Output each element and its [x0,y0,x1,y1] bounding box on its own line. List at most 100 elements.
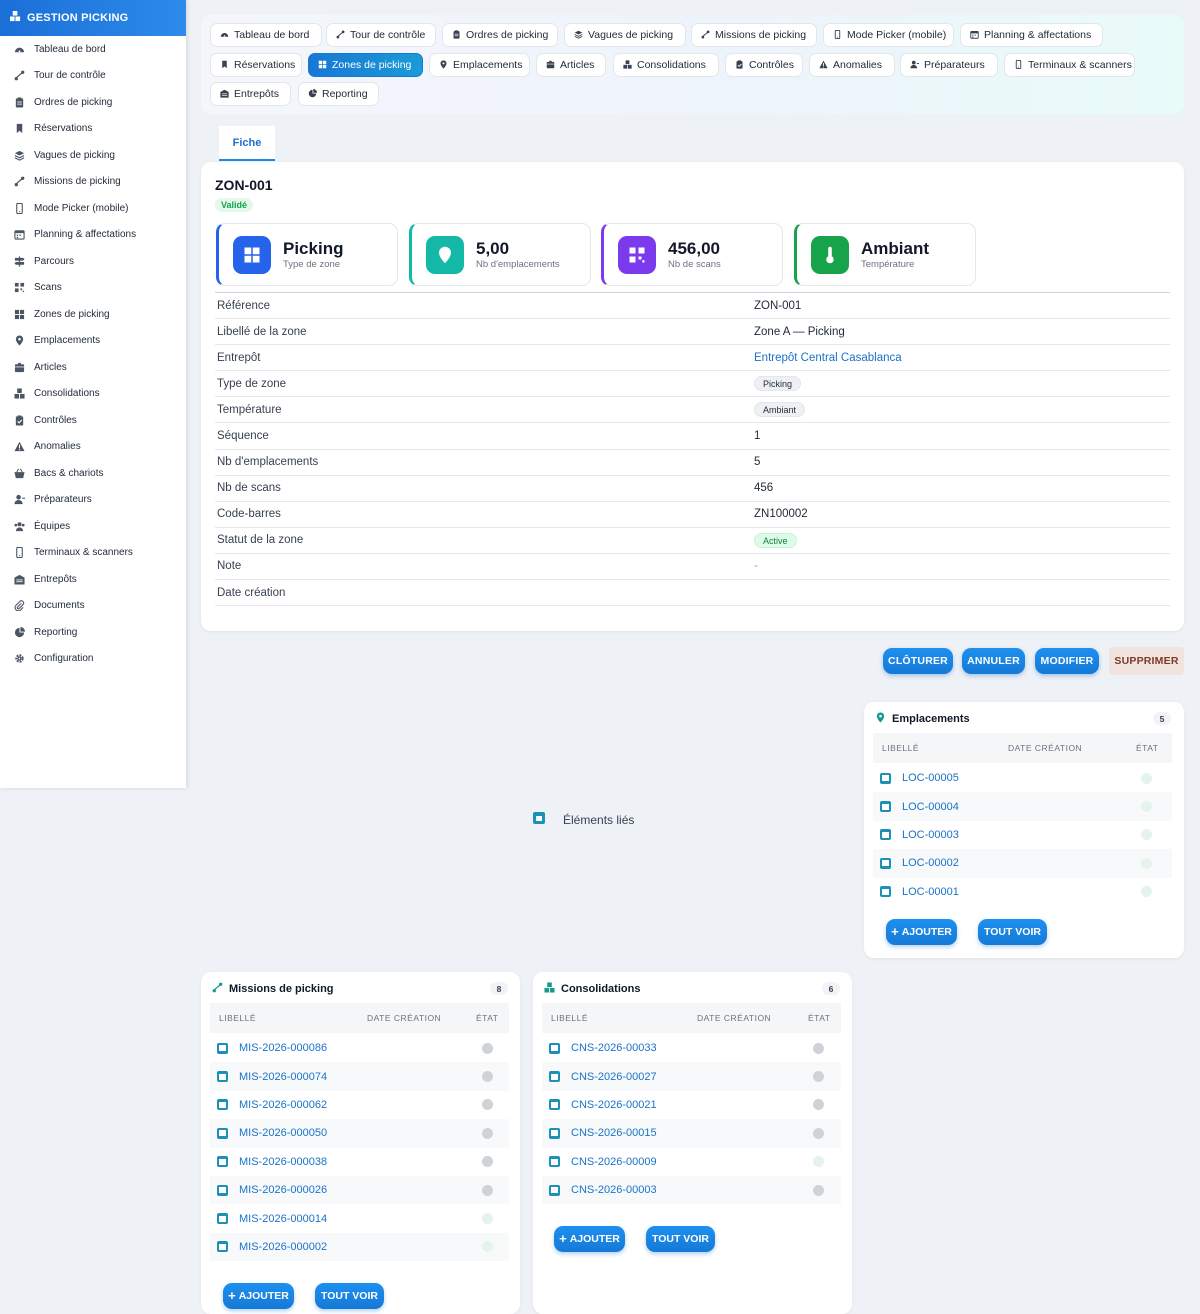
table-row[interactable]: CNS-2026-00003 [542,1176,841,1205]
sidebar-item-7[interactable]: Planning & affectations [0,222,186,249]
pie-icon [14,626,25,638]
table-row[interactable]: MIS-2026-000062 [210,1091,509,1119]
row-link[interactable]: MIS-2026-000074 [239,1071,327,1083]
row-link[interactable]: MIS-2026-000050 [239,1127,327,1139]
row-link[interactable]: MIS-2026-000038 [239,1156,327,1168]
tab-fiche[interactable]: Fiche [219,126,275,161]
table-row[interactable]: MIS-2026-000002 [210,1232,509,1262]
sidebar-item-15[interactable]: Anomalies [0,434,186,461]
edit-button[interactable]: MODIFIER [1035,648,1099,674]
row-link[interactable]: CNS-2026-00015 [571,1127,657,1139]
row-link[interactable]: MIS-2026-000014 [239,1213,327,1225]
sidebar-item-1[interactable]: Tour de contrôle [0,63,186,90]
table-row[interactable]: CNS-2026-00015 [542,1119,841,1148]
table-row[interactable]: MIS-2026-000026 [210,1176,509,1205]
sidebar-item-5[interactable]: Missions de picking [0,169,186,196]
sidebar-item-21[interactable]: Documents [0,593,186,620]
row-link[interactable]: CNS-2026-00009 [571,1156,657,1168]
delete-button[interactable]: SUPPRIMER [1109,647,1184,675]
row-link[interactable]: CNS-2026-00033 [571,1042,657,1054]
close-button[interactable]: CLÔTURER [883,648,953,674]
sidebar-item-18[interactable]: Équipes [0,513,186,540]
topnav-item-13[interactable]: Anomalies [809,53,895,77]
row-link[interactable]: MIS-2026-000026 [239,1184,327,1196]
table-row[interactable]: LOC-00005 [873,764,1172,792]
sidebar-item-2[interactable]: Ordres de picking [0,89,186,116]
sidebar-item-16[interactable]: Bacs & chariots [0,460,186,487]
sidebar-item-22[interactable]: Reporting [0,619,186,646]
row-link[interactable]: CNS-2026-00021 [571,1099,657,1111]
table-row[interactable]: MIS-2026-000050 [210,1119,509,1148]
table-row[interactable]: LOC-00004 [873,792,1172,821]
row-link[interactable]: LOC-00003 [902,829,959,841]
sidebar-item-9[interactable]: Scans [0,275,186,302]
sidebar-item-13[interactable]: Consolidations [0,381,186,408]
table-row[interactable]: CNS-2026-00009 [542,1148,841,1176]
topnav-item-5[interactable]: Mode Picker (mobile) [823,23,954,47]
sidebar-item-label: Vagues de picking [34,149,115,161]
topnav-item-4[interactable]: Missions de picking [691,23,817,47]
topnav-item-7[interactable]: Réservations [210,53,302,77]
topnav-item-3[interactable]: Vagues de picking [564,23,686,47]
add-button[interactable]: + AJOUTER [554,1226,625,1253]
field-link[interactable]: Entrepôt Central Casablanca [754,352,902,364]
sidebar-item-4[interactable]: Vagues de picking [0,142,186,169]
topnav-item-8[interactable]: Zones de picking [308,53,423,77]
see-all-button[interactable]: TOUT VOIR [978,919,1047,945]
topnav-item-12[interactable]: Contrôles [725,53,803,77]
row-link[interactable]: CNS-2026-00027 [571,1071,657,1083]
table-row[interactable]: MIS-2026-000014 [210,1204,509,1232]
sidebar-item-8[interactable]: Parcours [0,248,186,275]
row-link[interactable]: MIS-2026-000086 [239,1042,327,1054]
topnav-item-16[interactable]: Entrepôts [210,82,291,106]
sidebar-item-0[interactable]: Tableau de bord [0,36,186,63]
row-link[interactable]: LOC-00005 [902,772,959,784]
sidebar-item-3[interactable]: Réservations [0,116,186,143]
see-all-button[interactable]: TOUT VOIR [646,1226,715,1253]
sidebar-item-11[interactable]: Emplacements [0,328,186,355]
topnav-item-2[interactable]: Ordres de picking [442,23,558,47]
row-link[interactable]: LOC-00002 [902,857,959,869]
topnav-item-9[interactable]: Emplacements [429,53,530,77]
sidebar-item-20[interactable]: Entrepôts [0,566,186,593]
add-button[interactable]: + AJOUTER [223,1283,294,1310]
table-row[interactable]: MIS-2026-000038 [210,1148,509,1176]
row-link[interactable]: MIS-2026-000062 [239,1099,327,1111]
topnav-item-6[interactable]: Planning & affectations [960,23,1103,47]
table-row[interactable]: MIS-2026-000074 [210,1062,509,1091]
see-all-button[interactable]: TOUT VOIR [315,1283,384,1310]
sidebar-item-14[interactable]: Contrôles [0,407,186,434]
row-link[interactable]: LOC-00001 [902,886,959,898]
table-row[interactable]: CNS-2026-00027 [542,1062,841,1091]
add-button[interactable]: + AJOUTER [886,919,957,945]
box-icon [217,1156,228,1168]
table-row[interactable]: CNS-2026-00033 [542,1034,841,1062]
row-link[interactable]: CNS-2026-00003 [571,1184,657,1196]
topnav-item-15[interactable]: Terminaux & scanners [1004,53,1135,77]
cancel-button[interactable]: ANNULER [962,648,1025,674]
sidebar-item-17[interactable]: Préparateurs [0,487,186,514]
sidebar-item-6[interactable]: Mode Picker (mobile) [0,195,186,222]
topnav-item-label: Tour de contrôle [350,29,426,41]
row-link[interactable]: MIS-2026-000002 [239,1241,327,1253]
sidebar-item-23[interactable]: Configuration [0,646,186,673]
sidebar-item-12[interactable]: Articles [0,354,186,381]
topnav-item-11[interactable]: Consolidations [613,53,719,77]
topnav-item-17[interactable]: Reporting [298,82,379,106]
table-row[interactable]: LOC-00003 [873,821,1172,849]
topnav-item-0[interactable]: Tableau de bord [210,23,322,47]
table-row[interactable]: MIS-2026-000086 [210,1034,509,1062]
topnav-item-14[interactable]: Préparateurs [900,53,998,77]
table-row[interactable]: CNS-2026-00021 [542,1091,841,1119]
topnav-item-1[interactable]: Tour de contrôle [326,23,436,47]
sidebar-item-19[interactable]: Terminaux & scanners [0,540,186,567]
topnav-item-label: Consolidations [637,59,706,71]
topnav-item-10[interactable]: Articles [536,53,606,77]
sidebar-item-10[interactable]: Zones de picking [0,301,186,328]
row-link[interactable]: LOC-00004 [902,801,959,813]
brand[interactable]: GESTION PICKING [0,0,186,36]
field-label: Code-barres [217,508,281,521]
sidebar-item-label: Parcours [34,255,75,267]
table-row[interactable]: LOC-00002 [873,849,1172,878]
table-row[interactable]: LOC-00001 [873,878,1172,906]
